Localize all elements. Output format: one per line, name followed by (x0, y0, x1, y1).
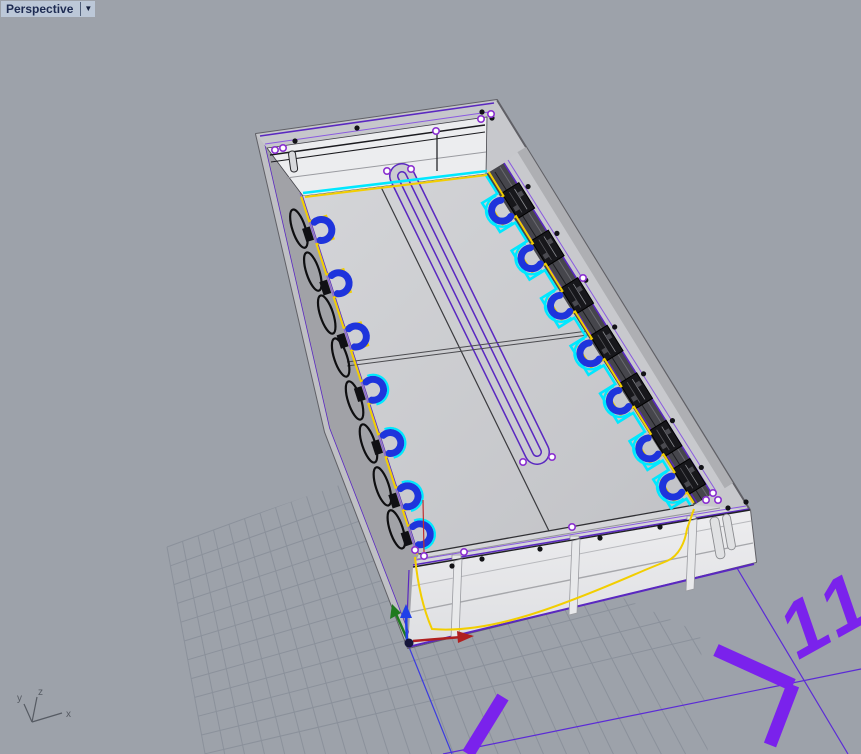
axis-indicator: z y x (17, 687, 71, 723)
screw-dot (525, 183, 531, 190)
control-point-marker[interactable] (419, 551, 428, 560)
control-point-marker[interactable] (713, 495, 722, 504)
gumball-z-arrow (404, 615, 409, 642)
control-point-marker[interactable] (382, 167, 391, 176)
screw-dot (640, 371, 647, 377)
grid-line (244, 518, 353, 754)
control-point-marker[interactable] (476, 115, 485, 124)
3d-scene[interactable]: 11 z y x (0, 0, 861, 754)
axis-z-label: z (38, 687, 43, 698)
axis-y-label: y (17, 693, 22, 704)
screw-dot (354, 125, 360, 131)
control-point-marker[interactable] (547, 452, 556, 461)
screw-dot (479, 556, 485, 562)
control-point-marker[interactable] (567, 522, 576, 531)
screw-dot (597, 535, 603, 541)
control-point-marker[interactable] (486, 110, 495, 119)
screw-dot (292, 138, 298, 144)
axis-extension-line (408, 646, 453, 754)
annotation-arrow (763, 682, 800, 748)
viewport-title-divider (80, 2, 82, 16)
control-point-marker[interactable] (431, 127, 440, 136)
axis-z-line (31, 696, 38, 723)
control-point-marker[interactable] (701, 495, 710, 504)
axis-y-line (23, 703, 33, 723)
axis-x-label: x (66, 709, 71, 720)
control-point-marker[interactable] (406, 165, 415, 174)
screw-dot (537, 546, 543, 552)
screw-dot (449, 563, 455, 569)
screw-dot (479, 109, 485, 115)
cplane-axis-line (442, 668, 861, 754)
axis-x-line (31, 712, 63, 723)
screw-dot (554, 230, 560, 236)
control-point-marker[interactable] (410, 545, 419, 554)
grid-line (166, 546, 246, 754)
control-point-marker[interactable] (278, 144, 287, 153)
grid-line (228, 524, 331, 754)
viewport-perspective[interactable]: 11 z y x Perspective ▼ (0, 0, 861, 754)
viewport-title-text[interactable]: Perspective (6, 2, 73, 16)
screw-dot (725, 505, 731, 511)
grid-line (197, 535, 288, 754)
screw-dot (743, 499, 749, 505)
annotation-arrow (713, 644, 796, 691)
annotation-text: 11 (772, 549, 861, 679)
screw-dot (698, 464, 704, 471)
screw-dot (657, 524, 663, 530)
screw-dot (669, 418, 676, 424)
viewport-title[interactable]: Perspective ▼ (1, 1, 96, 17)
screw-dot (612, 324, 618, 330)
control-point-marker[interactable] (708, 488, 717, 497)
gumball-origin[interactable] (404, 638, 414, 648)
model-enclosure[interactable] (255, 99, 757, 649)
chevron-down-icon[interactable]: ▼ (84, 5, 92, 13)
control-point-marker[interactable] (578, 273, 587, 282)
control-point-marker[interactable] (518, 457, 527, 466)
control-point-marker[interactable] (270, 146, 279, 155)
control-point-marker[interactable] (459, 547, 468, 556)
